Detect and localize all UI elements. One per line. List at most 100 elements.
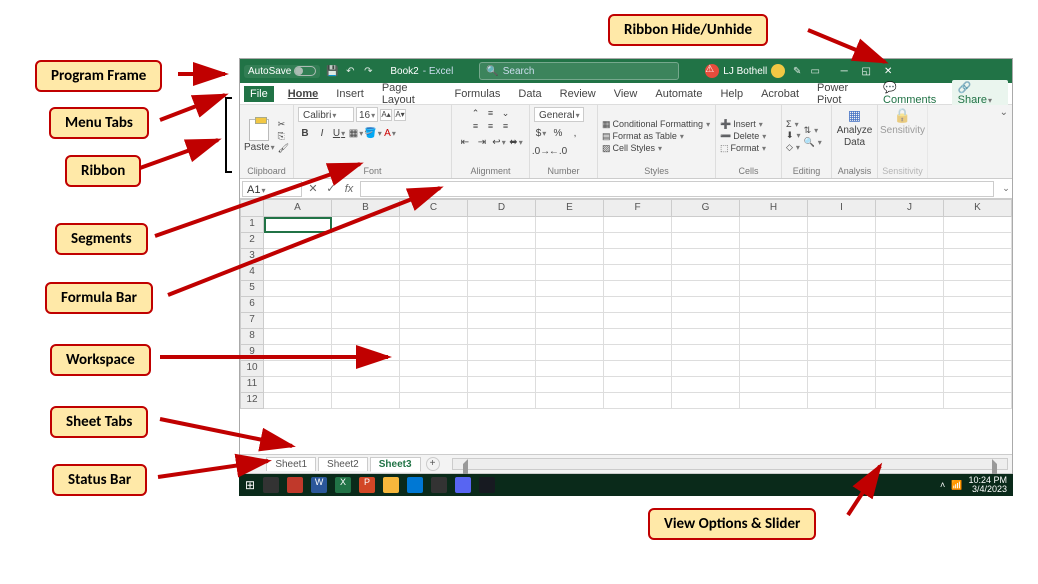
cell[interactable] [944, 217, 1012, 233]
cell[interactable] [264, 281, 332, 297]
merge-icon[interactable]: ⬌ [509, 135, 523, 149]
name-box[interactable]: A1 [242, 181, 302, 197]
cell[interactable] [876, 281, 944, 297]
cell-styles-button[interactable]: ▨ Cell Styles [602, 143, 710, 154]
cell[interactable] [740, 329, 808, 345]
row-header[interactable]: 11 [240, 377, 264, 393]
cell[interactable] [604, 345, 672, 361]
cell[interactable] [536, 345, 604, 361]
cell[interactable] [332, 377, 400, 393]
borders-icon[interactable]: ▦ [349, 126, 363, 140]
row-header[interactable]: 12 [240, 393, 264, 409]
app-icon[interactable] [431, 477, 447, 493]
cell[interactable] [604, 281, 672, 297]
save-icon[interactable]: 💾 [326, 65, 338, 77]
cell[interactable] [740, 345, 808, 361]
bold-button[interactable]: B [298, 126, 312, 140]
cell[interactable] [264, 361, 332, 377]
search-box[interactable]: 🔍 Search [479, 62, 679, 80]
cell[interactable] [740, 393, 808, 409]
cell[interactable] [672, 265, 740, 281]
start-button-icon[interactable]: ⊞ [245, 478, 255, 492]
row-header[interactable]: 5 [240, 281, 264, 297]
cell[interactable] [536, 329, 604, 345]
percent-icon[interactable]: % [551, 126, 565, 140]
cell[interactable] [264, 265, 332, 281]
tab-help[interactable]: Help [716, 86, 747, 102]
formula-input[interactable] [360, 181, 994, 197]
conditional-formatting-button[interactable]: ▦ Conditional Formatting [602, 119, 710, 130]
cell[interactable] [604, 265, 672, 281]
column-header[interactable]: J [876, 199, 944, 217]
column-header[interactable]: D [468, 199, 536, 217]
share-button[interactable]: 🔗 Share [952, 80, 1008, 107]
decrease-font-icon[interactable]: A▾ [394, 109, 406, 121]
row-header[interactable]: 7 [240, 313, 264, 329]
copy-icon[interactable]: ⎘ [278, 131, 289, 142]
analyze-data-icon[interactable]: ▦ [848, 107, 861, 124]
format-painter-icon[interactable]: 🖌 [278, 143, 289, 154]
cell[interactable] [468, 345, 536, 361]
cell[interactable] [876, 377, 944, 393]
cell[interactable] [672, 361, 740, 377]
find-select-icon[interactable]: 🔍 [804, 137, 822, 148]
workspace[interactable]: ABCDEFGHIJK 123456789101112 [240, 199, 1012, 454]
cell[interactable] [468, 265, 536, 281]
cell[interactable] [536, 377, 604, 393]
cell[interactable] [536, 393, 604, 409]
cell[interactable] [468, 377, 536, 393]
cell[interactable] [604, 377, 672, 393]
draw-mode-icon[interactable]: ✎ [791, 65, 803, 77]
cell[interactable] [400, 329, 468, 345]
cell[interactable] [468, 249, 536, 265]
cell[interactable] [808, 329, 876, 345]
cell[interactable] [264, 313, 332, 329]
collapse-ribbon-icon[interactable]: ⌄ [1000, 107, 1008, 118]
autosum-icon[interactable]: Σ [786, 119, 801, 129]
cell[interactable] [876, 345, 944, 361]
tray-chevron-icon[interactable]: ˄ [940, 480, 945, 490]
tab-power-pivot[interactable]: Power Pivot [813, 80, 873, 108]
cell[interactable] [468, 297, 536, 313]
cell[interactable] [672, 249, 740, 265]
ribbon-display-icon[interactable]: ▭ [809, 65, 821, 77]
cut-icon[interactable]: ✂ [278, 119, 289, 130]
discord-icon[interactable] [455, 477, 471, 493]
paste-button[interactable]: Paste [244, 119, 275, 153]
cell[interactable] [604, 297, 672, 313]
task-view-icon[interactable] [263, 477, 279, 493]
fill-icon[interactable]: ⬇ [786, 130, 801, 141]
excel-icon[interactable]: X [335, 477, 351, 493]
cell[interactable] [876, 233, 944, 249]
row-header[interactable]: 6 [240, 297, 264, 313]
comma-icon[interactable]: , [568, 126, 582, 140]
cell[interactable] [468, 329, 536, 345]
cell[interactable] [944, 265, 1012, 281]
tab-automate[interactable]: Automate [651, 86, 706, 102]
cell[interactable] [604, 393, 672, 409]
cell[interactable] [264, 329, 332, 345]
wrap-text-icon[interactable]: ↩ [492, 135, 506, 149]
cell[interactable] [944, 249, 1012, 265]
cell[interactable] [808, 233, 876, 249]
column-header[interactable]: H [740, 199, 808, 217]
cell[interactable] [264, 297, 332, 313]
cell[interactable] [944, 377, 1012, 393]
cell[interactable] [400, 217, 468, 233]
cell[interactable] [332, 393, 400, 409]
format-as-table-button[interactable]: ▤ Format as Table [602, 131, 710, 142]
row-header[interactable]: 4 [240, 265, 264, 281]
enter-icon[interactable]: ✓ [322, 181, 340, 197]
font-color-icon[interactable]: A [383, 126, 397, 140]
tab-data[interactable]: Data [514, 86, 545, 102]
italic-button[interactable]: I [315, 126, 329, 140]
cell[interactable] [332, 265, 400, 281]
font-size-select[interactable]: 16 [356, 107, 378, 122]
cell[interactable] [332, 345, 400, 361]
steam-icon[interactable] [479, 477, 495, 493]
clear-icon[interactable]: ◇ [786, 142, 801, 153]
cell[interactable] [672, 329, 740, 345]
cell[interactable] [400, 233, 468, 249]
cell[interactable] [740, 361, 808, 377]
column-header[interactable]: E [536, 199, 604, 217]
